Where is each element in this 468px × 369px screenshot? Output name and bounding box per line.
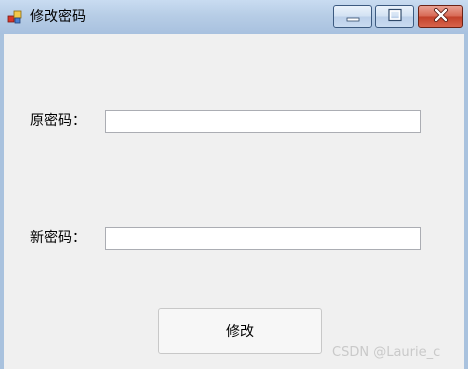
dialog-window: 修改密码 原密码： 新密码： 修改 CSDN @Laurie_c: [0, 0, 468, 369]
new-password-field[interactable]: [105, 227, 421, 250]
maximize-button[interactable]: [375, 5, 414, 28]
close-icon: [433, 7, 449, 26]
window-title: 修改密码: [30, 9, 86, 25]
dialog-body: 原密码： 新密码： 修改: [4, 34, 464, 369]
new-password-label: 新密码：: [30, 230, 86, 246]
minimize-icon: [345, 7, 361, 26]
watermark: CSDN @Laurie_c: [332, 345, 441, 360]
maximize-icon: [387, 7, 403, 26]
close-button[interactable]: [418, 5, 463, 28]
old-password-field[interactable]: [105, 110, 421, 133]
old-password-label: 原密码：: [30, 113, 86, 129]
app-icon: [7, 9, 23, 25]
modify-button[interactable]: 修改: [158, 308, 322, 354]
minimize-button[interactable]: [333, 5, 372, 28]
title-bar[interactable]: 修改密码: [0, 0, 468, 34]
